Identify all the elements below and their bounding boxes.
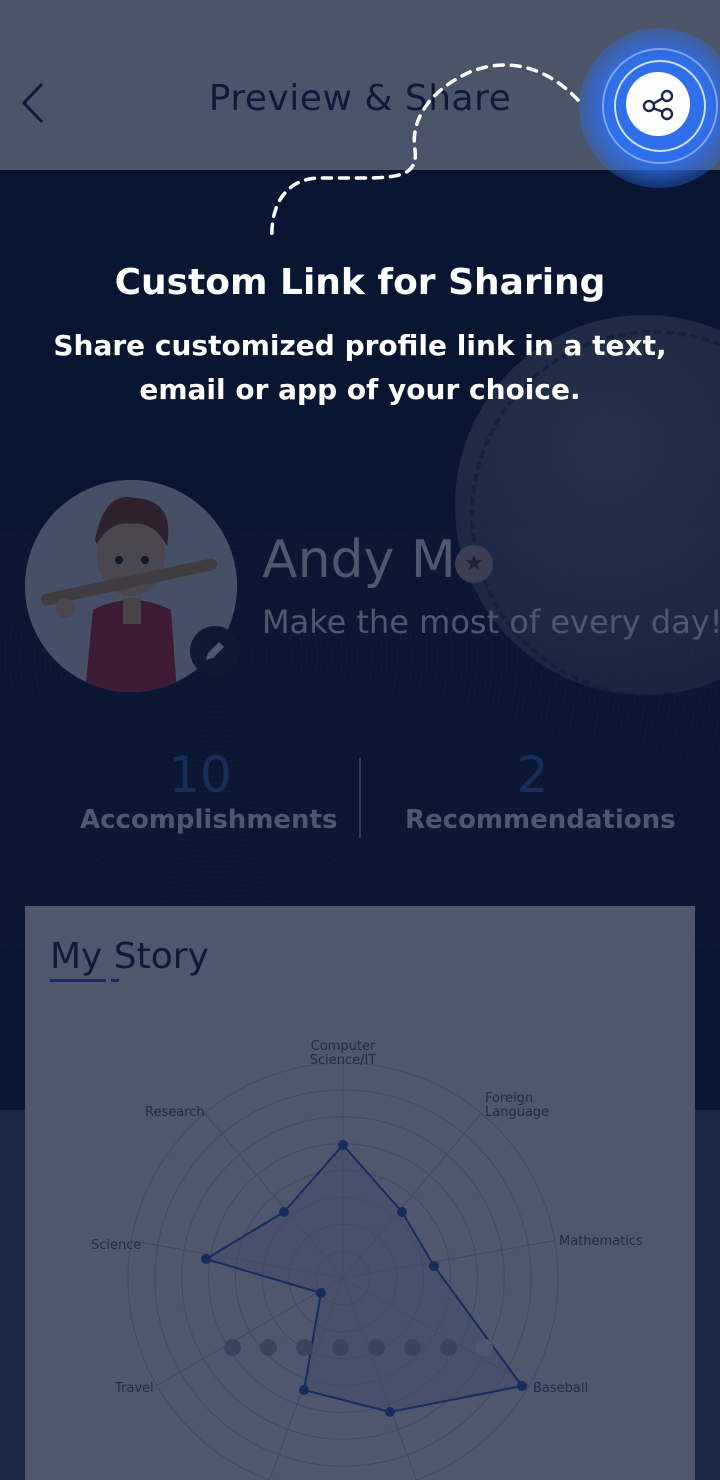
radar-point bbox=[385, 1407, 395, 1417]
page-dot[interactable] bbox=[332, 1339, 349, 1356]
stat-label: Recommendations bbox=[405, 805, 676, 835]
radar-label-travel: Travel bbox=[114, 1381, 154, 1396]
radar-label-computer: Computer bbox=[311, 1039, 376, 1054]
radar-point bbox=[299, 1385, 309, 1395]
stat-value: 10 bbox=[168, 746, 232, 804]
stat-value: 2 bbox=[516, 746, 549, 804]
radar-point bbox=[429, 1261, 439, 1271]
story-radar-chart: Computer Science/IT Foreign Language Mat… bbox=[91, 1039, 643, 1480]
stat-divider bbox=[359, 758, 361, 838]
my-story-card: My Story Computer Science/IT Foreign Lan… bbox=[25, 906, 695, 1480]
page-dot[interactable] bbox=[224, 1339, 241, 1356]
radar-point bbox=[517, 1381, 527, 1391]
star-icon: ★ bbox=[455, 545, 493, 583]
coachmark-arrow-path bbox=[270, 63, 580, 242]
radar-label-baseball: Baseball bbox=[533, 1381, 588, 1396]
radar-label-mathematics: Mathematics bbox=[559, 1234, 643, 1249]
radar-label-science: Science bbox=[91, 1238, 141, 1253]
pencil-icon bbox=[206, 642, 224, 660]
page-dot-active[interactable] bbox=[476, 1339, 493, 1356]
profile-tagline: Make the most of every day! bbox=[262, 603, 720, 641]
radar-point bbox=[316, 1288, 326, 1298]
profile-name: Andy M bbox=[262, 530, 456, 590]
radar-point bbox=[397, 1207, 407, 1217]
radar-label-foreign: Foreign bbox=[485, 1091, 533, 1106]
stat-recommendations[interactable]: 2 Recommendations bbox=[405, 745, 676, 835]
stat-accomplishments[interactable]: 10 Accomplishments bbox=[80, 745, 338, 835]
page-dot[interactable] bbox=[440, 1339, 457, 1356]
edit-avatar-button[interactable] bbox=[190, 626, 240, 676]
radar-point bbox=[338, 1140, 348, 1150]
radar-label-language: Language bbox=[485, 1105, 549, 1120]
radar-point bbox=[201, 1254, 211, 1264]
page-dot[interactable] bbox=[368, 1339, 385, 1356]
page-dot[interactable] bbox=[404, 1339, 421, 1356]
page-dot[interactable] bbox=[260, 1339, 277, 1356]
radar-label-science-it: Science/IT bbox=[310, 1053, 377, 1068]
coachmark-description: Share customized profile link in a text,… bbox=[53, 329, 667, 406]
radar-point bbox=[279, 1207, 289, 1217]
stat-label: Accomplishments bbox=[80, 805, 338, 835]
coachmark-title: Custom Link for Sharing bbox=[114, 262, 606, 303]
screen: Preview & Share Andy M ★ Make the most o… bbox=[0, 0, 720, 1480]
page-dot[interactable] bbox=[296, 1339, 313, 1356]
radar-label-research: Research bbox=[145, 1105, 205, 1120]
